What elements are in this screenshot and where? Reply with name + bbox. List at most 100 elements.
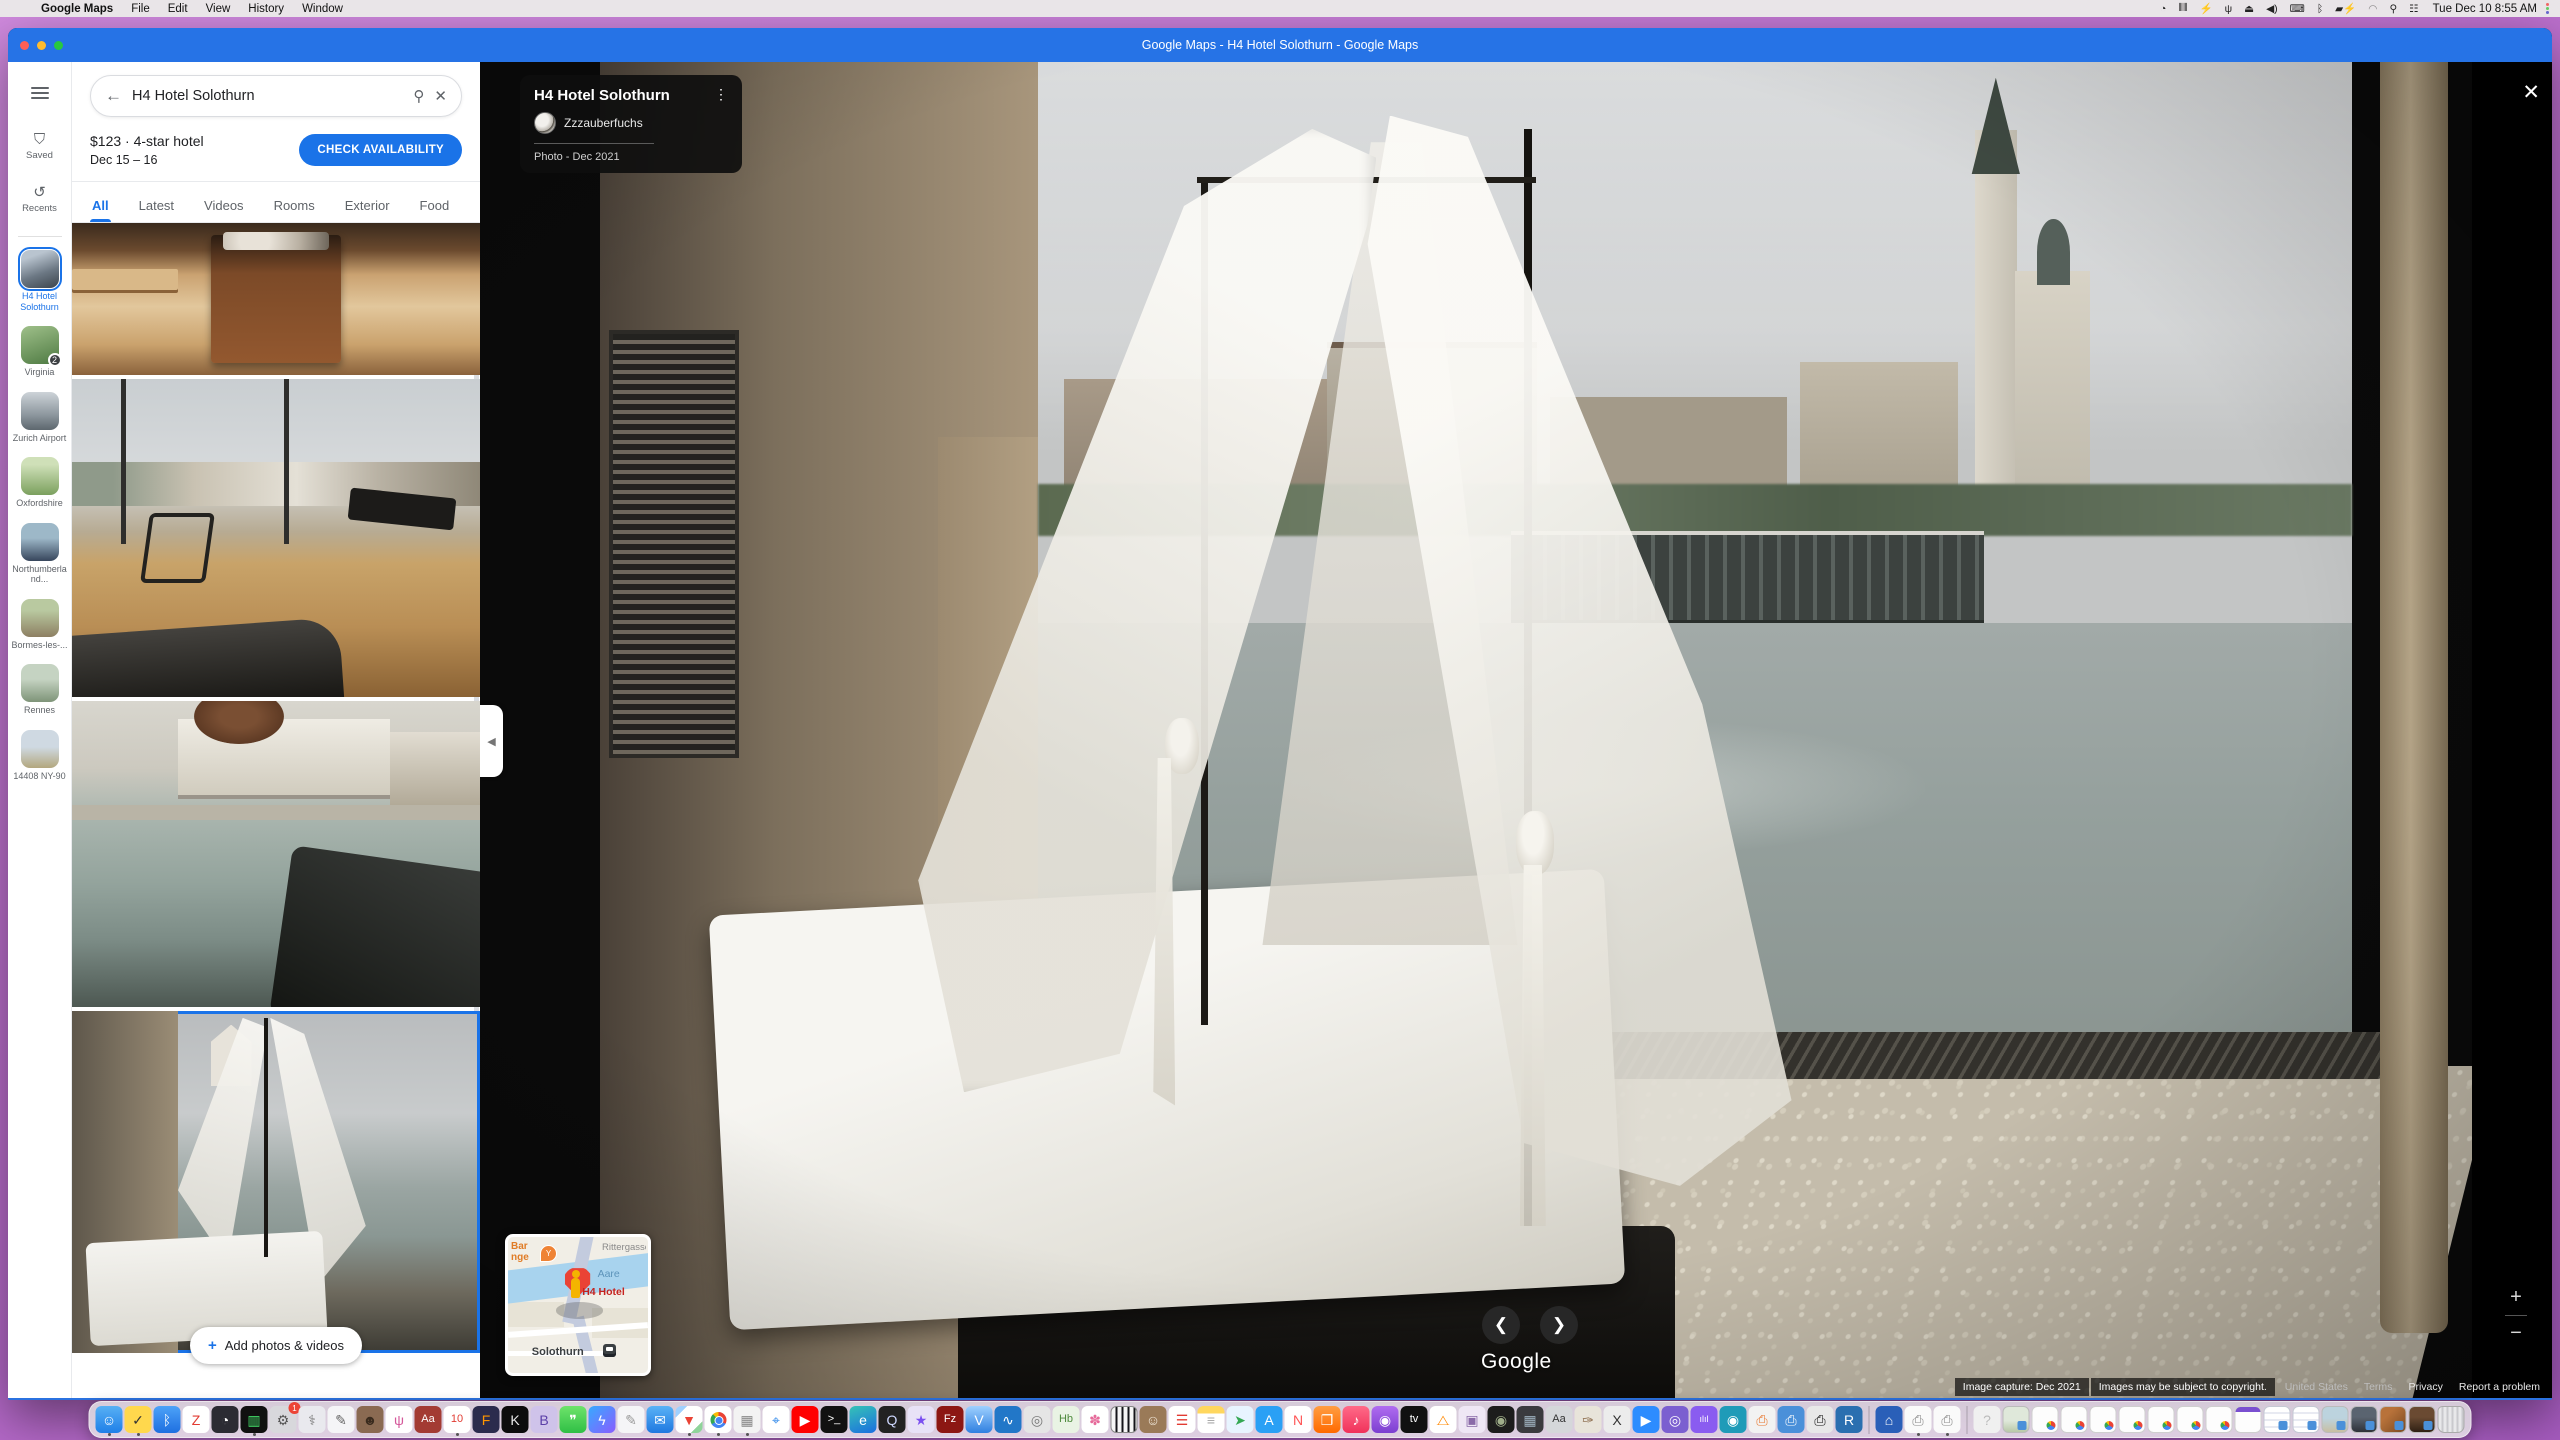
printer-utility-icon[interactable]: ⎙ [1749, 1406, 1776, 1433]
music-icon[interactable]: ♪ [1343, 1406, 1370, 1433]
firefox-icon[interactable]: F [473, 1406, 500, 1433]
xquartz-icon[interactable]: X [1604, 1406, 1631, 1433]
mail-icon[interactable]: ✉ [647, 1406, 674, 1433]
books-icon[interactable]: ❐ [1314, 1406, 1341, 1433]
dictionary-icon[interactable]: Aa [415, 1406, 442, 1433]
fax-scanner-icon[interactable]: ⎙ [1778, 1406, 1805, 1433]
system-preferences-icon[interactable]: ⚙1 [270, 1406, 297, 1433]
photo-options-icon[interactable]: ⋮ [714, 87, 728, 101]
activity-monitor-icon[interactable]: ▥ [241, 1406, 268, 1433]
notes-icon[interactable]: ≡ [1198, 1406, 1225, 1433]
pegman-icon[interactable] [571, 1278, 580, 1298]
apple-tv-icon[interactable]: tv [1401, 1406, 1428, 1433]
search-icon[interactable]: ⚲ [413, 87, 424, 105]
uploader-avatar[interactable] [534, 112, 556, 134]
minimize-window-button[interactable] [37, 41, 46, 50]
close-photo-icon[interactable]: ✕ [2522, 80, 2540, 105]
printer-a-icon[interactable]: ⎙ [1905, 1406, 1932, 1433]
menu-item-edit[interactable]: Edit [159, 3, 197, 15]
volume-icon[interactable]: ◀) [2260, 3, 2284, 15]
clear-search-icon[interactable]: ✕ [434, 87, 447, 105]
menu-item-window[interactable]: Window [293, 3, 352, 15]
usb-app-icon[interactable]: ψ [386, 1406, 413, 1433]
minimized-chrome-window[interactable] [2206, 1406, 2233, 1433]
bar-pin-icon[interactable]: Y [540, 1245, 557, 1262]
bookends-icon[interactable]: B [531, 1406, 558, 1433]
audio-bars-icon[interactable]: ⦀⦀ [2172, 2, 2193, 15]
missing-app-icon[interactable]: ? [1974, 1406, 2001, 1433]
finder-icon[interactable]: ☺ [96, 1406, 123, 1433]
minimized-chrome-window[interactable] [2032, 1406, 2059, 1433]
trash-icon[interactable] [2438, 1406, 2465, 1433]
next-photo-button[interactable]: ❯ [1540, 1306, 1578, 1344]
minimized-chrome-window[interactable] [2090, 1406, 2117, 1433]
font-book-icon[interactable]: Aa [1546, 1406, 1573, 1433]
previous-photo-button[interactable]: ❮ [1482, 1306, 1520, 1344]
zite-icon[interactable]: Z [183, 1406, 210, 1433]
usb-icon[interactable]: ψ [2219, 3, 2239, 15]
dj-app-icon[interactable]: ◉ [1488, 1406, 1515, 1433]
dvd-player-icon[interactable]: ◎ [1024, 1406, 1051, 1433]
tab-food[interactable]: Food [418, 192, 452, 222]
notes-drafts-icon[interactable]: ✎ [618, 1406, 645, 1433]
webcam-app-icon[interactable]: ◉ [1720, 1406, 1747, 1433]
canopy-bed-photo[interactable] [72, 1011, 480, 1353]
minimized-finder-window[interactable] [2293, 1406, 2320, 1433]
minimized-photo-window-frame[interactable] [2380, 1406, 2407, 1433]
rail-item-zurich-airport[interactable]: Zurich Airport [10, 392, 70, 444]
hotel-exterior-photo[interactable] [72, 701, 480, 1007]
zoom-window-button[interactable] [54, 41, 63, 50]
mini-map[interactable]: Barnge Y Rittergasse Aare H4 Hotel Solot… [505, 1234, 651, 1376]
zoom-in-button[interactable]: + [2501, 1280, 2531, 1315]
openoffice-icon[interactable]: ∿ [995, 1406, 1022, 1433]
handbrake-icon[interactable]: Hb [1053, 1406, 1080, 1433]
minimized-map-window[interactable] [2003, 1406, 2030, 1433]
quicktime-icon[interactable]: Q [879, 1406, 906, 1433]
minimized-chrome-window[interactable] [2177, 1406, 2204, 1433]
check-availability-button[interactable]: CHECK AVAILABILITY [299, 134, 462, 166]
utility-box-icon[interactable]: ▦ [734, 1406, 761, 1433]
wifi-icon[interactable]: ◠ [2362, 3, 2383, 15]
audio-wave-icon[interactable]: ılıl [1691, 1406, 1718, 1433]
rail-item-14408-ny-90[interactable]: 14408 NY-90 [10, 730, 70, 782]
profile-app-icon[interactable]: ☻ [357, 1406, 384, 1433]
menu-item-file[interactable]: File [122, 3, 159, 15]
search-box[interactable]: ← ⚲ ✕ [90, 75, 462, 117]
apple-maps-icon[interactable]: ➤ [1227, 1406, 1254, 1433]
kindle-icon[interactable]: K [502, 1406, 529, 1433]
messages-icon[interactable]: ❞ [560, 1406, 587, 1433]
minimized-chrome-window[interactable] [2148, 1406, 2175, 1433]
menu-item-google-maps[interactable]: Google Maps [32, 3, 122, 15]
close-window-button[interactable] [20, 41, 29, 50]
rail-item-rennes[interactable]: Rennes [10, 664, 70, 716]
printer-b-icon[interactable]: ⎙ [1934, 1406, 1961, 1433]
menu-item-view[interactable]: View [197, 3, 240, 15]
app-store-icon[interactable]: A [1256, 1406, 1283, 1433]
edge-icon[interactable]: e [850, 1406, 877, 1433]
tab-rooms[interactable]: Rooms [272, 192, 317, 222]
rail-item-oxfordshire[interactable]: Oxfordshire [10, 457, 70, 509]
calendar-icon[interactable]: 10 [444, 1406, 471, 1433]
search-input[interactable] [132, 88, 403, 104]
news-icon[interactable]: N [1285, 1406, 1312, 1433]
recents-button[interactable]: ↺ Recents [22, 185, 57, 214]
menu-item-history[interactable]: History [239, 3, 293, 15]
printer-black-icon[interactable]: ⎙ [1807, 1406, 1834, 1433]
safari-icon[interactable]: ⌖ [763, 1406, 790, 1433]
control-center-icon[interactable]: ☷ [2403, 3, 2424, 15]
tab-exterior[interactable]: Exterior [343, 192, 392, 222]
lightning-icon[interactable]: ⚡ [2194, 2, 2219, 15]
window-titlebar[interactable]: Google Maps - H4 Hotel Solothurn - Googl… [8, 28, 2552, 62]
keyboard-input-icon[interactable]: ⌨ [2284, 3, 2311, 15]
minimized-photo-window-street[interactable] [2351, 1406, 2378, 1433]
collapse-panel-handle[interactable]: ◀ [480, 705, 503, 777]
add-photos-button[interactable]: + Add photos & videos [190, 1327, 362, 1364]
installer-icon[interactable]: ▣ [1459, 1406, 1486, 1433]
terminal-icon[interactable]: >_ [821, 1406, 848, 1433]
footer-link-report-a-problem[interactable]: Report a problem [2451, 1378, 2548, 1396]
things-icon[interactable]: ✓ [125, 1406, 152, 1433]
minimized-document-window[interactable] [2264, 1406, 2291, 1433]
speedtest-icon[interactable]: ◔ [212, 1406, 239, 1433]
gimp-icon[interactable]: ✑ [1575, 1406, 1602, 1433]
google-maps-icon[interactable]: ▼ [676, 1406, 703, 1433]
